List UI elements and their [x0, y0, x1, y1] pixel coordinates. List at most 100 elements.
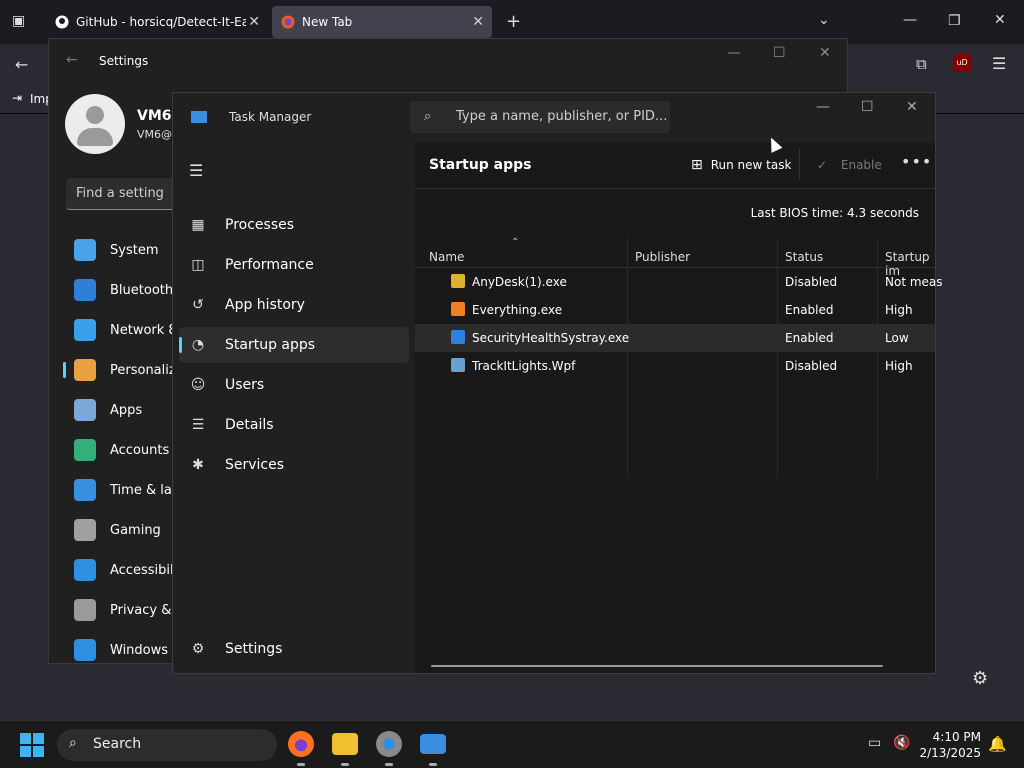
sidebar-item-startup-apps[interactable]: ◔ Startup apps	[179, 327, 409, 363]
tab-github[interactable]: GitHub - horsicq/Detect-It-Easy ✕	[46, 6, 268, 38]
maximize-icon[interactable]: ☐	[861, 99, 874, 115]
processes-icon: ▦	[191, 217, 205, 233]
table-row[interactable]: SecurityHealthSystray.exe Enabled Low	[415, 324, 935, 352]
settings-nav-label: Gaming	[110, 522, 161, 538]
cell-status: Enabled	[785, 331, 834, 345]
gaming-icon	[74, 519, 96, 541]
back-icon[interactable]: ←	[15, 55, 28, 74]
tab-new-tab[interactable]: New Tab ✕	[272, 6, 492, 38]
sidebar-item-users[interactable]: ☺ Users	[179, 367, 409, 403]
restore-icon[interactable]: ❐	[948, 13, 961, 29]
volume-muted-icon[interactable]: 🔇	[893, 735, 910, 751]
cell-status: Enabled	[785, 303, 834, 317]
enable-button[interactable]: ✓ Enable	[817, 158, 882, 172]
settings-title: Settings	[99, 54, 149, 68]
startup-icon: ◔	[191, 337, 205, 353]
close-tab-icon[interactable]: ✕	[472, 14, 484, 30]
bluetooth-icon	[74, 279, 96, 301]
table-row[interactable]: Everything.exe Enabled High	[415, 296, 935, 324]
sidebar-item-label: Performance	[225, 257, 314, 273]
table-row[interactable]: AnyDesk(1).exe Disabled Not meas	[415, 268, 943, 296]
sidebar-item-label: Processes	[225, 217, 295, 233]
sidebar-item-label: Startup apps	[225, 337, 316, 353]
column-header-publisher[interactable]: Publisher	[635, 250, 690, 264]
network-icon[interactable]: ▭	[868, 735, 881, 751]
hamburger-menu-icon[interactable]: ☰	[189, 161, 203, 180]
taskbar: ⌕ Search ▭ 🔇 4:10 PM 2/13/2025 🔔	[0, 720, 1024, 768]
tab-list-icon[interactable]: ▣	[12, 13, 25, 29]
security-shield-icon	[451, 330, 465, 344]
cell-impact: Low	[885, 331, 909, 345]
bios-time: Last BIOS time: 4.3 seconds	[751, 206, 919, 220]
sidebar-item-services[interactable]: ✱ Services	[179, 447, 409, 483]
horizontal-scrollbar[interactable]	[431, 665, 883, 667]
minimize-icon[interactable]: —	[903, 12, 917, 28]
firefox-icon	[280, 14, 296, 30]
clock[interactable]: 4:10 PM 2/13/2025	[919, 729, 981, 761]
details-icon: ☰	[191, 417, 205, 433]
sidebar-item-label: Services	[225, 457, 285, 473]
close-icon[interactable]: ✕	[906, 99, 918, 115]
performance-icon: ◫	[191, 257, 205, 273]
update-icon	[74, 639, 96, 661]
task-manager-window: Task Manager ⌕ Type a name, publisher, o…	[172, 92, 943, 674]
sidebar-item-label: Details	[225, 417, 274, 433]
settings-nav-label: Accessibili	[110, 562, 178, 578]
new-tab-button[interactable]: +	[506, 11, 521, 32]
clock-time: 4:10 PM	[932, 730, 981, 744]
maximize-icon[interactable]: ☐	[773, 45, 786, 61]
tab-label: GitHub - horsicq/Detect-It-Easy	[76, 15, 246, 29]
cell-name: TrackItLights.Wpf	[472, 359, 576, 373]
settings-gear-icon: ⚙	[191, 641, 205, 657]
sidebar-item-details[interactable]: ☰ Details	[179, 407, 409, 443]
settings-nav-label: Accounts	[110, 442, 170, 458]
avatar	[65, 94, 125, 154]
file-explorer-icon[interactable]	[332, 733, 358, 755]
run-new-task-button[interactable]: ⊞ Run new task	[691, 157, 791, 173]
settings-nav-label: Time & lar	[110, 482, 178, 498]
run-new-task-label: Run new task	[710, 158, 792, 172]
task-manager-app-icon[interactable]	[420, 734, 446, 754]
menu-icon[interactable]: ☰	[992, 54, 1006, 73]
task-manager-title: Task Manager	[229, 110, 312, 124]
task-manager-logo-icon	[191, 111, 207, 123]
taskbar-search[interactable]: ⌕ Search	[57, 729, 277, 761]
settings-app-icon[interactable]	[376, 731, 402, 757]
page-title: Startup apps	[429, 157, 532, 173]
cell-name: AnyDesk(1).exe	[472, 275, 567, 289]
sidebar-item-app-history[interactable]: ↺ App history	[179, 287, 409, 323]
firefox-icon[interactable]	[288, 731, 314, 757]
close-window-icon[interactable]: ✕	[994, 12, 1006, 28]
back-arrow-icon[interactable]: ←	[66, 52, 78, 68]
settings-nav-label: Apps	[110, 402, 143, 418]
extensions-icon[interactable]: ⧉	[916, 55, 927, 73]
close-tab-icon[interactable]: ✕	[248, 14, 260, 30]
notification-bell-icon[interactable]: 🔔	[988, 735, 1007, 753]
gear-icon[interactable]: ⚙	[972, 668, 988, 689]
ublock-icon[interactable]: uD	[953, 54, 971, 72]
user-email: VM6@	[137, 128, 173, 141]
system-icon	[74, 239, 96, 261]
github-icon	[54, 14, 70, 30]
tab-overflow-icon[interactable]: ⌄	[818, 12, 830, 28]
startup-apps-panel: Startup apps ⊞ Run new task ✓ Enable •••…	[415, 143, 943, 673]
more-options-icon[interactable]: •••	[901, 152, 932, 171]
sidebar-item-performance[interactable]: ◫ Performance	[179, 247, 409, 283]
sidebar-item-settings[interactable]: ⚙ Settings	[179, 631, 409, 667]
column-header-name[interactable]: Name	[429, 250, 464, 264]
settings-nav-label: Bluetooth	[110, 282, 174, 298]
check-icon: ✓	[817, 158, 828, 172]
cell-impact: High	[885, 303, 913, 317]
sidebar-item-processes[interactable]: ▦ Processes	[179, 207, 409, 243]
minimize-icon[interactable]: —	[816, 99, 830, 115]
close-icon[interactable]: ✕	[819, 45, 831, 61]
minimize-icon[interactable]: —	[727, 45, 741, 61]
time-icon	[74, 479, 96, 501]
task-search-input[interactable]: ⌕ Type a name, publisher, or PID...	[410, 101, 670, 133]
accessibility-icon	[74, 559, 96, 581]
settings-nav-label: System	[110, 242, 159, 258]
column-header-status[interactable]: Status	[785, 250, 823, 264]
import-bookmarks-icon[interactable]: ⇥	[12, 91, 22, 105]
windows-start-icon[interactable]	[20, 733, 44, 757]
table-row[interactable]: TrackItLights.Wpf Disabled High	[415, 352, 935, 380]
